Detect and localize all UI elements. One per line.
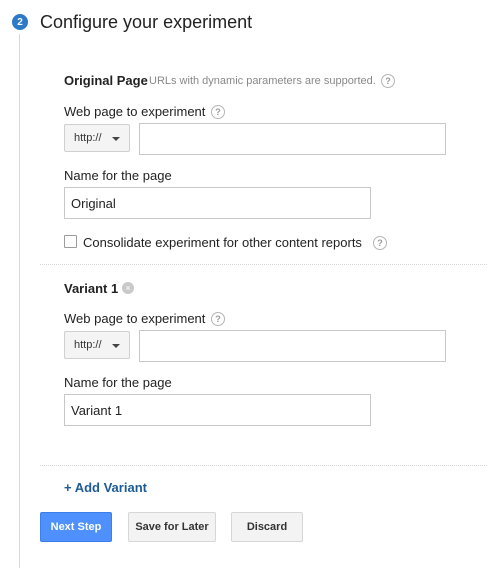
original-protocol-value: http://: [74, 132, 102, 144]
chevron-down-icon: [112, 137, 120, 141]
original-page-note: URLs with dynamic parameters are support…: [149, 75, 376, 87]
original-name-input[interactable]: Original: [64, 187, 371, 219]
help-icon[interactable]: ?: [211, 105, 225, 119]
variant1-protocol-value: http://: [74, 339, 102, 351]
section-divider: [40, 465, 487, 466]
original-url-input[interactable]: [139, 123, 446, 155]
original-name-label: Name for the page: [64, 168, 172, 183]
help-icon[interactable]: ?: [373, 236, 387, 250]
help-icon[interactable]: ?: [381, 74, 395, 88]
variant1-url-label: Web page to experiment: [64, 311, 206, 326]
step-rail: [19, 34, 20, 568]
variant1-name-input[interactable]: Variant 1: [64, 394, 371, 426]
original-protocol-select[interactable]: http://: [64, 124, 130, 152]
section-divider: [40, 264, 487, 265]
save-for-later-button[interactable]: Save for Later: [128, 512, 216, 542]
variant1-url-input[interactable]: [139, 330, 446, 362]
consolidate-checkbox[interactable]: [64, 235, 77, 248]
remove-variant-icon[interactable]: ×: [122, 282, 134, 294]
chevron-down-icon: [112, 344, 120, 348]
add-variant-link[interactable]: + Add Variant: [64, 480, 147, 495]
help-icon[interactable]: ?: [211, 312, 225, 326]
variant1-title: Variant 1: [64, 281, 119, 296]
original-url-label: Web page to experiment: [64, 104, 206, 119]
consolidate-label: Consolidate experiment for other content…: [83, 235, 362, 250]
variant1-protocol-select[interactable]: http://: [64, 331, 130, 359]
discard-button[interactable]: Discard: [231, 512, 303, 542]
original-page-title: Original Page: [64, 73, 148, 88]
step-number-badge: 2: [12, 14, 28, 30]
step-title: Configure your experiment: [40, 12, 253, 32]
variant1-name-label: Name for the page: [64, 375, 172, 390]
next-step-button[interactable]: Next Step: [40, 512, 112, 542]
